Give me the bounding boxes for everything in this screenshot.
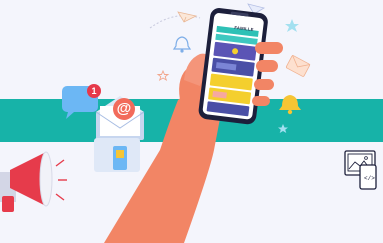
megaphone-icon <box>0 151 67 212</box>
star-icon <box>285 19 299 32</box>
notification-count: 1 <box>91 86 97 96</box>
star-icon <box>156 69 170 82</box>
responsive-devices-icon: </> <box>344 150 377 190</box>
marketing-illustration: </> <box>0 3 383 243</box>
paper-plane-icon <box>177 11 198 23</box>
bell-icon <box>172 36 192 53</box>
email-envelope-icon <box>286 54 311 77</box>
at-sign-icon: @ <box>116 100 132 117</box>
mini-phone-icon <box>94 138 140 172</box>
svg-text:</>: </> <box>364 175 375 182</box>
